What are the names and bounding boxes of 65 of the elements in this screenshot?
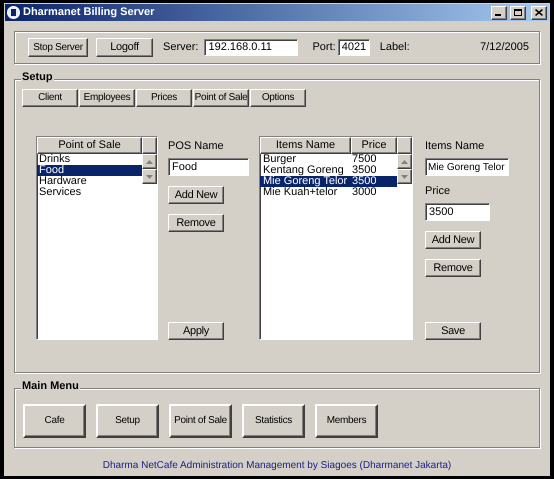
scrollbar[interactable] — [142, 154, 157, 184]
item-name: Mie Kuah+telor — [262, 187, 338, 198]
group-title: Setup — [21, 72, 54, 83]
list-item[interactable]: Services — [37, 187, 142, 198]
item-price: 3000 — [351, 187, 378, 198]
menu-button[interactable]: Members — [315, 404, 378, 438]
button[interactable]: Remove — [168, 214, 224, 232]
maximize-icon[interactable] — [510, 6, 526, 20]
column-header[interactable]: Point of Sale — [37, 137, 142, 154]
app-icon — [7, 6, 20, 19]
menu-button[interactable]: Statistics — [242, 404, 305, 438]
toolbar-button[interactable]: Logoff — [96, 38, 153, 57]
tab-button[interactable]: Point of Sale — [193, 89, 249, 107]
port-field[interactable]: 4021 — [338, 39, 370, 56]
table-row[interactable]: Mie Kuah+telor 3000 — [260, 187, 397, 198]
button[interactable]: Remove — [425, 259, 481, 277]
menu-button[interactable]: Point of Sale — [169, 404, 232, 438]
item-price: 7500 — [351, 154, 378, 165]
item-name-label: Items Name — [425, 141, 486, 152]
list-item[interactable]: Hardware — [37, 176, 142, 187]
scroll-up-icon[interactable] — [142, 154, 157, 169]
button[interactable]: Apply — [168, 322, 224, 340]
column-header[interactable]: Price — [351, 137, 397, 154]
pos-name-field[interactable]: Food — [168, 158, 249, 176]
scroll-down-icon[interactable] — [142, 169, 157, 184]
minimize-icon[interactable] — [491, 6, 507, 20]
item-price: 3500 — [351, 176, 378, 187]
server-label: Server: — [163, 40, 198, 56]
pos-name-label: POS Name — [168, 141, 225, 152]
price-field[interactable]: 3500 — [425, 203, 490, 221]
list-item[interactable]: Drinks — [37, 154, 142, 165]
scroll-down-icon[interactable] — [397, 169, 412, 184]
button[interactable]: Save — [425, 322, 481, 340]
item-name: Kentang Goreng — [262, 165, 345, 176]
menu-button[interactable]: Setup — [96, 404, 159, 438]
group-title: Main Menu — [21, 381, 80, 392]
table-row[interactable]: Kentang Goreng 3500 — [260, 165, 397, 176]
list-item[interactable]: Food — [37, 165, 142, 176]
port-label: Port: — [312, 40, 336, 56]
scrollbar[interactable] — [397, 154, 412, 184]
item-name-field[interactable]: Mie Goreng Telor — [425, 158, 509, 176]
button[interactable]: Add New — [168, 186, 224, 204]
footer-text: Dharma NetCafe Administration Management by Siagoes (Dharmanet Jakarta) — [102, 459, 452, 473]
date-text: 7/12/2005 — [480, 40, 529, 56]
window-title: Dharmanet Billing Server — [23, 5, 154, 20]
item-name: Mie Goreng Telor — [262, 176, 348, 187]
column-header[interactable] — [142, 137, 157, 154]
label-text: Label: — [380, 40, 410, 56]
close-icon[interactable] — [531, 6, 547, 20]
table-row[interactable]: Mie Goreng Telor 3500 — [260, 176, 397, 187]
button[interactable]: Add New — [425, 231, 481, 249]
menu-button[interactable]: Cafe — [23, 404, 86, 438]
item-name: Burger — [262, 154, 298, 165]
server-field[interactable]: 192.168.0.11 — [204, 39, 298, 56]
column-header[interactable]: Items Name — [260, 137, 351, 154]
table-row[interactable]: Burger 7500 — [260, 154, 397, 165]
scroll-up-icon[interactable] — [397, 154, 412, 169]
item-price: 3500 — [351, 165, 378, 176]
tab-button[interactable]: Prices — [136, 89, 192, 107]
tab-button[interactable]: Options — [250, 89, 306, 107]
tab-button[interactable]: Employees — [79, 89, 135, 107]
column-header[interactable] — [397, 137, 412, 154]
toolbar-button[interactable]: Stop Server — [28, 38, 88, 57]
tab-button[interactable]: Client — [22, 89, 78, 107]
price-label: Price — [425, 186, 452, 197]
